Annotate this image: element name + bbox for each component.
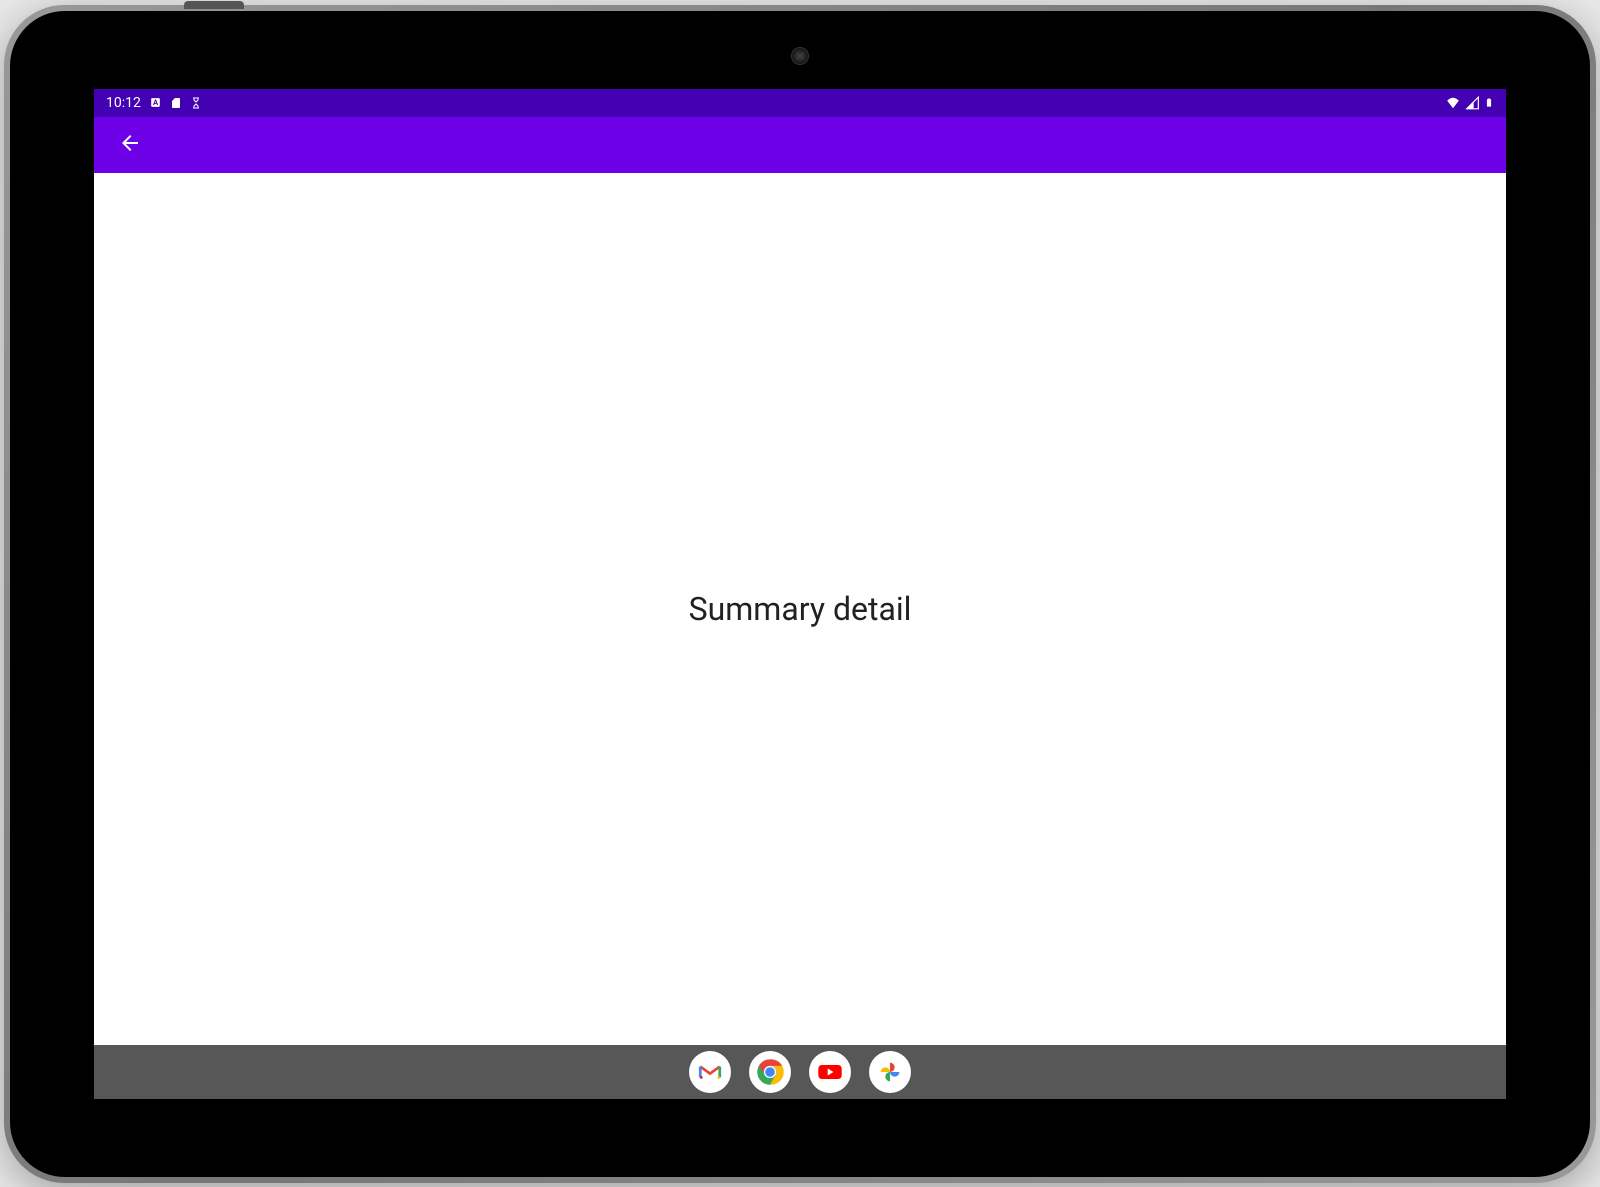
wifi-icon: [1445, 96, 1461, 110]
camera-icon: [791, 47, 809, 65]
photos-app-icon[interactable]: [869, 1051, 911, 1093]
battery-icon: [1484, 95, 1494, 110]
navigation-bar: [94, 1045, 1506, 1099]
status-right: [1445, 95, 1494, 110]
screen: 10:12 A: [94, 89, 1506, 1099]
status-bar: 10:12 A: [94, 89, 1506, 117]
content-area: Summary detail: [94, 173, 1506, 1045]
status-time: 10:12: [106, 95, 141, 111]
back-button[interactable]: [110, 125, 150, 165]
youtube-app-icon[interactable]: [809, 1051, 851, 1093]
gmail-app-icon[interactable]: [689, 1051, 731, 1093]
hourglass-icon: [190, 96, 202, 110]
sd-card-icon: [170, 96, 182, 110]
power-button: [184, 1, 244, 9]
notification-icon: A: [149, 96, 162, 109]
status-left: 10:12 A: [106, 95, 202, 111]
signal-icon: [1465, 96, 1480, 110]
tablet-frame: 10:12 A: [4, 5, 1596, 1183]
tablet-bezel: 10:12 A: [10, 11, 1590, 1177]
app-bar: [94, 117, 1506, 173]
chrome-app-icon[interactable]: [749, 1051, 791, 1093]
content-text: Summary detail: [689, 590, 912, 628]
arrow-back-icon: [118, 131, 142, 159]
